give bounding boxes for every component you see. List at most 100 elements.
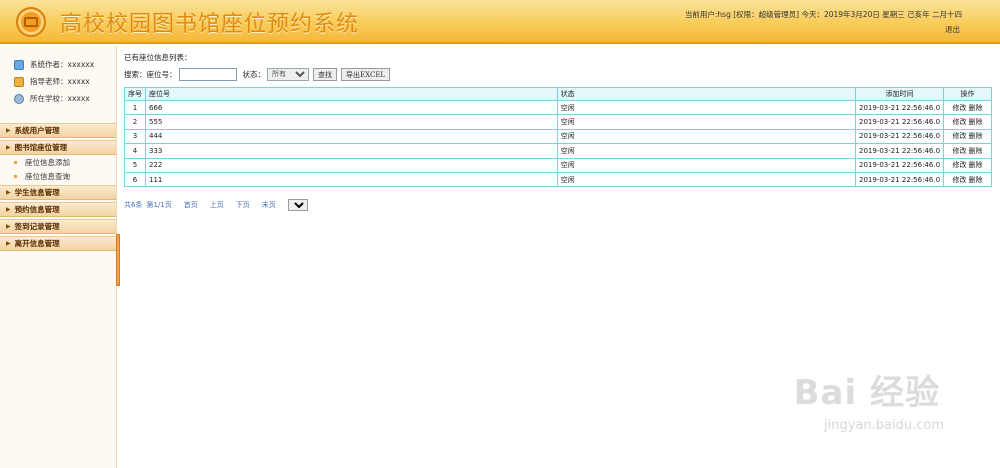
author-icon: [14, 59, 24, 70]
menu-item-seat-add[interactable]: 座位信息添加: [0, 155, 116, 169]
edit-link[interactable]: 修改: [953, 104, 967, 112]
watermark-url: jingyan.baidu.com: [824, 418, 944, 433]
delete-link[interactable]: 删除: [969, 176, 983, 184]
bullet-icon: [14, 160, 17, 164]
row-no: 3: [124, 128, 146, 145]
row-added-time: 2019-03-21 22:56:46.0: [855, 99, 945, 116]
record-count: 共6条: [124, 201, 143, 209]
row-status: 空闲: [556, 171, 857, 188]
row-added-time: 2019-03-21 22:56:46.0: [855, 143, 945, 159]
col-header-status: 状态: [556, 87, 857, 101]
table-header-row: 序号 座位号 状态 添加时间 操作: [124, 87, 992, 101]
edit-link[interactable]: 修改: [953, 118, 967, 126]
status-label: 状态：: [242, 70, 266, 79]
row-no: 4: [124, 143, 146, 159]
table-row: 2 555 空闲 2019-03-21 22:56:46.0 修改 删除: [124, 114, 992, 130]
row-actions: 修改 删除: [943, 114, 992, 130]
delete-link[interactable]: 删除: [969, 161, 983, 169]
system-title: 高校校园图书馆座位预约系统: [60, 12, 360, 37]
menu-item-seat-query[interactable]: 座位信息查询: [0, 169, 116, 183]
row-no: 6: [124, 171, 146, 188]
table-row: 4 333 空闲 2019-03-21 22:56:46.0 修改 删除: [124, 143, 992, 159]
export-excel-button[interactable]: 导出EXCEL: [341, 68, 391, 81]
first-page-link[interactable]: 首页: [184, 200, 198, 210]
row-actions: 修改 删除: [943, 128, 992, 145]
chevron-right-icon: ▶: [6, 189, 11, 196]
edit-link[interactable]: 修改: [953, 147, 967, 155]
menu-label: 离开信息管理: [14, 239, 60, 248]
row-actions: 修改 删除: [943, 157, 992, 173]
prev-page-link[interactable]: 上页: [210, 200, 224, 210]
delete-link[interactable]: 删除: [969, 147, 983, 155]
delete-link[interactable]: 删除: [969, 118, 983, 126]
row-no: 2: [124, 114, 146, 130]
logout-link[interactable]: 退出: [945, 24, 960, 35]
author-label: 系统作者：xxxxxx: [30, 60, 95, 69]
row-actions: 修改 删除: [943, 171, 992, 188]
next-page-link[interactable]: 下页: [236, 200, 250, 210]
menu-seat-management[interactable]: ▶ 图书馆座位管理: [0, 140, 116, 155]
sidebar-splitter-handle[interactable]: [116, 234, 120, 286]
row-seat-number: 444: [145, 128, 558, 145]
row-no: 1: [124, 99, 146, 116]
table-row: 6 111 空闲 2019-03-21 22:56:46.0 修改 删除: [124, 171, 992, 188]
school-label: 所在学校：xxxxx: [30, 94, 90, 103]
teacher-label: 指导老师：xxxxx: [30, 77, 90, 86]
chevron-right-icon: ▶: [6, 223, 11, 230]
school-info: 所在学校：xxxxx: [0, 90, 116, 107]
last-page-link[interactable]: 末页: [262, 200, 276, 210]
teacher-info: 指导老师：xxxxx: [0, 73, 116, 90]
author-info: 系统作者：xxxxxx: [0, 56, 116, 73]
col-header-time: 添加时间: [855, 87, 945, 101]
seat-search-label: 搜索：座位号：: [124, 70, 177, 79]
row-actions: 修改 删除: [943, 99, 992, 116]
school-icon: [14, 93, 24, 104]
baidu-watermark: Bai 经验: [793, 373, 940, 413]
table-row: 3 444 空闲 2019-03-21 22:56:46.0 修改 删除: [124, 128, 992, 145]
row-seat-number: 333: [145, 143, 558, 159]
list-title: 已有座位信息列表：: [124, 53, 192, 62]
row-status: 空闲: [556, 99, 857, 116]
page-select[interactable]: 1: [287, 199, 308, 211]
page-indicator: 第1/1页: [146, 201, 172, 209]
status-select[interactable]: 所有: [267, 68, 309, 81]
row-seat-number: 222: [145, 157, 558, 173]
edit-link[interactable]: 修改: [953, 161, 967, 169]
chevron-right-icon: ▶: [6, 240, 11, 247]
row-added-time: 2019-03-21 22:56:46.0: [855, 157, 945, 173]
edit-link[interactable]: 修改: [953, 176, 967, 184]
row-added-time: 2019-03-21 22:56:46.0: [855, 171, 945, 188]
delete-link[interactable]: 删除: [969, 132, 983, 140]
bullet-icon: [14, 174, 17, 178]
row-no: 5: [124, 157, 146, 173]
row-seat-number: 666: [145, 99, 558, 116]
search-bar: 搜索：座位号： 状态： 所有 查找 导出EXCEL: [124, 68, 394, 81]
row-status: 空闲: [556, 157, 857, 173]
table-row: 1 666 空闲 2019-03-21 22:56:46.0 修改 删除: [124, 99, 992, 116]
user-info: 当前用户:hsg [权限：超级管理员] 今天：2019年3月20日 星期三 己亥…: [684, 10, 962, 19]
menu-leave-info[interactable]: ▶ 离开信息管理: [0, 236, 116, 251]
pagination: 共6条 第1/1页 首页 上页 下页 末页 1: [124, 199, 308, 211]
seat-number-input[interactable]: [178, 68, 237, 81]
logo-icon: [16, 7, 46, 37]
menu-label: 学生信息管理: [14, 188, 60, 197]
menu-system-users[interactable]: ▶ 系统用户管理: [0, 123, 116, 138]
edit-link[interactable]: 修改: [953, 132, 967, 140]
row-status: 空闲: [556, 114, 857, 130]
menu-label: 预约信息管理: [14, 205, 60, 214]
seat-table: 序号 座位号 状态 添加时间 操作 1 666 空闲 2019-03-21 22:56…: [124, 87, 992, 188]
menu-item-label: 座位信息添加: [25, 157, 70, 167]
delete-link[interactable]: 删除: [969, 104, 983, 112]
menu-student-info[interactable]: ▶ 学生信息管理: [0, 185, 116, 200]
menu-checkin-records[interactable]: ▶ 签到记录管理: [0, 219, 116, 234]
row-added-time: 2019-03-21 22:56:46.0: [855, 128, 945, 145]
app-header: 高校校园图书馆座位预约系统 当前用户:hsg [权限：超级管理员] 今天：201…: [0, 0, 1000, 44]
teacher-icon: [14, 76, 24, 87]
col-header-seat: 座位号: [145, 87, 558, 101]
row-added-time: 2019-03-21 22:56:46.0: [855, 114, 945, 130]
chevron-right-icon: ▶: [6, 206, 11, 213]
menu-reservation-info[interactable]: ▶ 预约信息管理: [0, 202, 116, 217]
col-header-action: 操作: [943, 87, 992, 101]
search-button[interactable]: 查找: [313, 68, 337, 81]
menu-label: 签到记录管理: [14, 222, 60, 231]
